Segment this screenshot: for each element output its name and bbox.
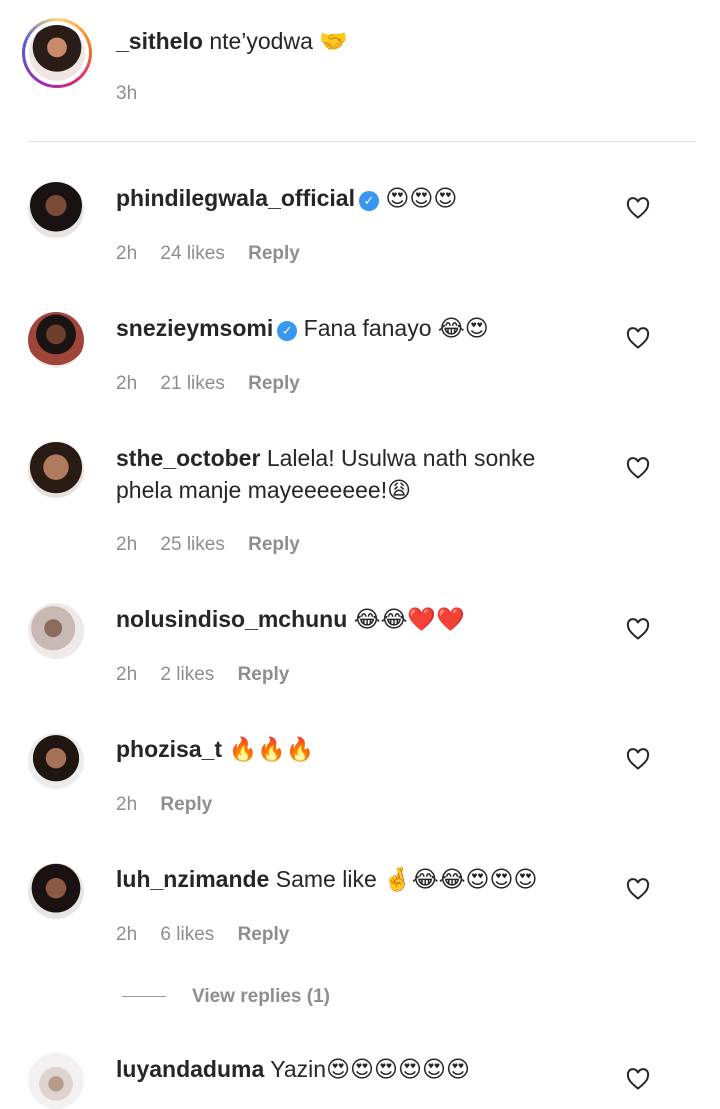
caption-timestamp: 3h (116, 83, 138, 104)
reply-button[interactable]: Reply (160, 794, 212, 815)
comment-likes[interactable]: 25 likes (160, 534, 224, 555)
comment-text-line: luyandaduma Yazin😍😍😍😍😍😍 (116, 1053, 556, 1085)
caption-username[interactable]: _sithelo (116, 28, 203, 54)
comment-text: Fana fanayo 😂😍 (303, 315, 489, 341)
comment-time: 2h (116, 664, 138, 685)
caption-text: nte’yodwa 🤝 (209, 28, 348, 54)
heart-outline-icon[interactable] (626, 197, 650, 219)
caption-line: _sithelo nte’yodwa 🤝 (116, 28, 348, 55)
comment-username[interactable]: luh_nzimande (116, 866, 269, 892)
replies-rule (122, 996, 166, 998)
comment-time: 2h (116, 534, 138, 555)
comment-username[interactable]: nolusindiso_mchunu (116, 606, 347, 632)
divider (28, 141, 696, 142)
heart-outline-icon[interactable] (626, 327, 650, 349)
comment-likes[interactable]: 24 likes (160, 243, 224, 264)
verified-badge-icon: ✓ (358, 191, 379, 211)
comment-username[interactable]: luyandaduma (116, 1056, 264, 1082)
avatar-photo (29, 25, 85, 81)
verified-badge-icon: ✓ (277, 321, 298, 341)
comment-likes[interactable]: 6 likes (160, 924, 214, 945)
avatar[interactable] (28, 863, 84, 919)
comment-text-line: phozisa_t 🔥🔥🔥 (116, 733, 556, 765)
comment-text: 😍😍😍 (385, 185, 458, 211)
comment-username[interactable]: phindilegwala_official (116, 185, 355, 211)
comment-likes[interactable]: 2 likes (160, 664, 214, 685)
comment-meta: 2h 6 likes Reply (116, 924, 307, 946)
heart-outline-icon[interactable] (626, 618, 650, 640)
heart-outline-icon[interactable] (626, 1068, 650, 1090)
story-ring-avatar[interactable] (22, 18, 92, 88)
comment-text-line: snezieymsomi ✓ Fana fanayo 😂😍 (116, 312, 556, 344)
comment-meta: 2h 25 likes Reply (116, 534, 318, 556)
avatar[interactable] (28, 442, 84, 498)
comment-text: 🔥🔥🔥 (228, 736, 315, 762)
avatar[interactable] (28, 312, 84, 368)
comment-text-line: luh_nzimande Same like 🤞😂😂😍😍😍 (116, 863, 556, 895)
comment-text-line: phindilegwala_official ✓ 😍😍😍 (116, 182, 556, 214)
comment-text-line: nolusindiso_mchunu 😂😂❤️❤️ (116, 603, 556, 635)
heart-outline-icon[interactable] (626, 748, 650, 770)
comment-meta: 2h 21 likes Reply (116, 373, 318, 395)
comment-username[interactable]: phozisa_t (116, 736, 222, 762)
comment-text: Yazin😍😍😍😍😍😍 (270, 1056, 470, 1082)
comment-text-line: sthe_october Lalela! Usulwa nath sonke p… (116, 442, 556, 506)
avatar[interactable] (28, 182, 84, 238)
reply-button[interactable]: Reply (248, 243, 300, 264)
reply-button[interactable]: Reply (248, 534, 300, 555)
comment-username[interactable]: sthe_october (116, 445, 260, 471)
reply-button[interactable]: Reply (238, 924, 290, 945)
reply-button[interactable]: Reply (238, 664, 290, 685)
comment-username[interactable]: snezieymsomi (116, 315, 273, 341)
avatar[interactable] (28, 733, 84, 789)
heart-outline-icon[interactable] (626, 457, 650, 479)
comment-text: 😂😂❤️❤️ (353, 606, 465, 632)
comment-time: 2h (116, 243, 138, 264)
view-replies-label: View replies (1) (192, 986, 330, 1007)
comment-meta: 2h 24 likes Reply (116, 243, 318, 265)
comment-time: 2h (116, 794, 138, 815)
avatar[interactable] (28, 1053, 84, 1109)
comment-time: 2h (116, 924, 138, 945)
reply-button[interactable]: Reply (248, 373, 300, 394)
comment-text: Same like 🤞😂😂😍😍😍 (275, 866, 538, 892)
comment-meta: 2h 2 likes Reply (116, 664, 307, 686)
caption-block: _sithelo nte’yodwa 🤝 3h (0, 0, 720, 142)
heart-outline-icon[interactable] (626, 878, 650, 900)
view-replies-button[interactable]: View replies (1) (122, 986, 330, 1008)
avatar[interactable] (28, 603, 84, 659)
comment-time: 2h (116, 373, 138, 394)
comment-meta: 2h Reply (116, 794, 230, 816)
comment-likes[interactable]: 21 likes (160, 373, 224, 394)
